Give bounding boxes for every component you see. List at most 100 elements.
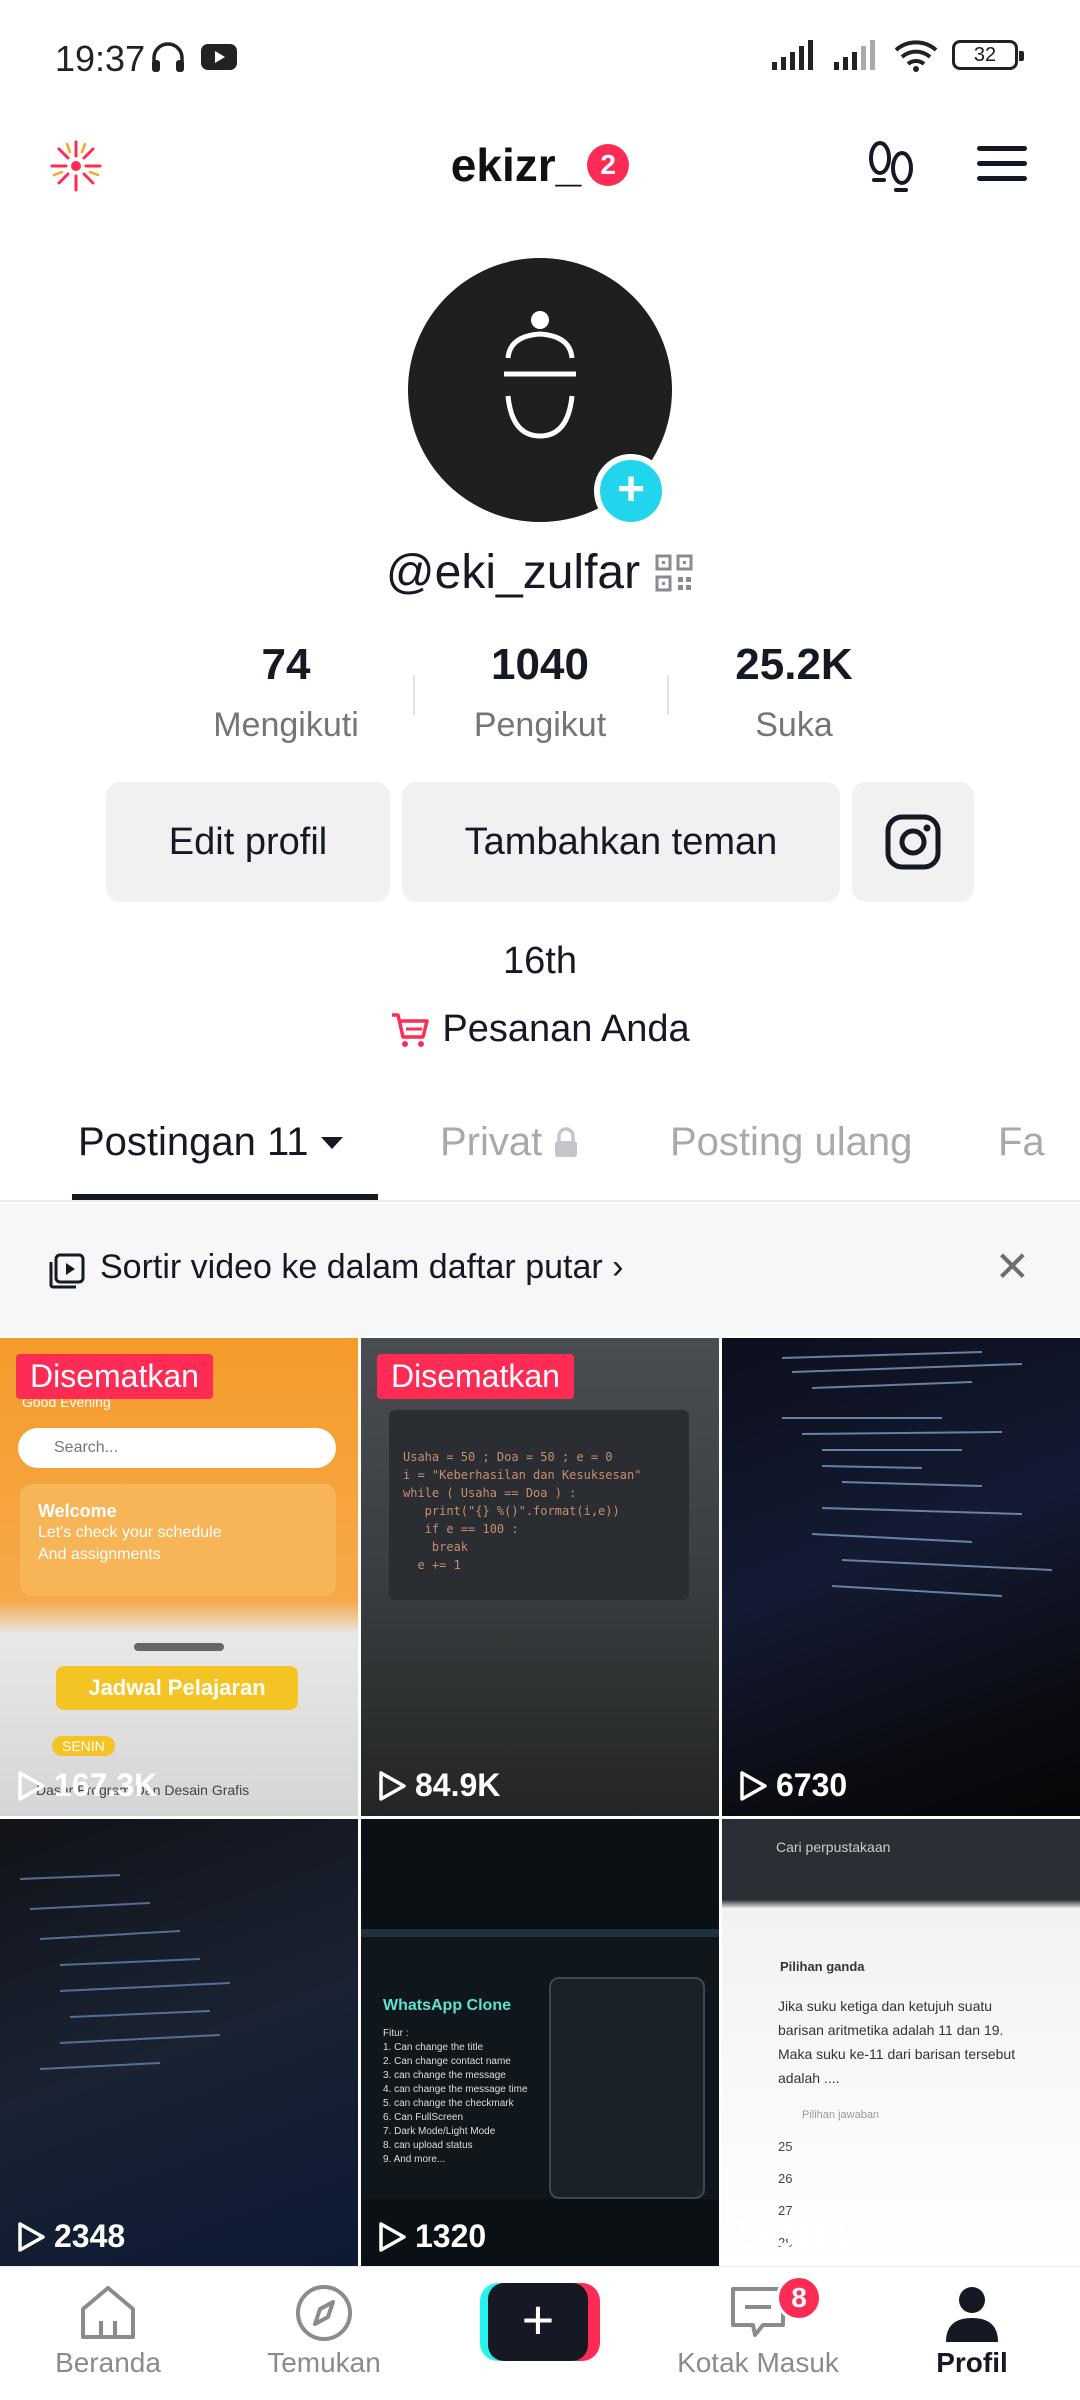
stat-following[interactable]: 74 Mengikuti bbox=[159, 640, 413, 745]
stat-followers-value: 1040 bbox=[491, 640, 589, 689]
video-thumbnail[interactable]: 6730 bbox=[722, 1338, 1080, 1816]
nav-discover[interactable]: Temukan bbox=[234, 2281, 414, 2379]
view-count: 6730 bbox=[738, 1767, 847, 1804]
stat-followers-label: Pengikut bbox=[473, 706, 607, 744]
thumb-whatsapp-panel: WhatsApp Clone Fitur : 1. Can change the… bbox=[361, 1929, 719, 2199]
play-icon bbox=[379, 2221, 406, 2252]
wifi-icon bbox=[894, 40, 938, 72]
nav-inbox[interactable]: 8 Kotak Masuk bbox=[668, 2275, 848, 2379]
thumb-search-bar: Search... bbox=[18, 1428, 336, 1468]
profile-header: ekizr_ 2 bbox=[0, 120, 1080, 210]
thumb-code-screenshot bbox=[781, 1351, 1053, 1597]
view-count-text: 167.3K bbox=[54, 1767, 158, 1803]
thumb-code-panel: Usaha = 50 ; Doa = 50 ; e = 0 i = "Keber… bbox=[389, 1410, 689, 1600]
thumb-quiz-option: 25 bbox=[778, 2139, 793, 2154]
plus-icon: + bbox=[488, 2283, 588, 2361]
play-icon bbox=[740, 2221, 767, 2252]
view-count-text: 3314 bbox=[776, 2218, 848, 2254]
profile-stats: 74 Mengikuti 1040 Pengikut 25.2K Suka bbox=[0, 640, 1080, 745]
tab-reposts[interactable]: Posting ulang bbox=[670, 1120, 912, 1165]
nav-discover-label: Temukan bbox=[267, 2347, 381, 2378]
play-icon bbox=[18, 1770, 45, 1801]
inbox-badge: 8 bbox=[776, 2275, 822, 2321]
signal-icon-1 bbox=[772, 40, 813, 70]
video-thumbnail[interactable]: WhatsApp Clone Fitur : 1. Can change the… bbox=[361, 1819, 719, 2266]
stat-likes[interactable]: 25.2K Suka bbox=[667, 640, 921, 745]
video-thumbnail[interactable]: Cari perpustakaan Pilihan ganda Jika suk… bbox=[722, 1819, 1080, 2266]
thumb-schedule-button: Jadwal Pelajaran bbox=[56, 1666, 298, 1710]
youtube-icon bbox=[201, 44, 237, 70]
play-icon bbox=[740, 1770, 767, 1801]
thumb-day-tag: SENIN bbox=[52, 1736, 115, 1756]
thumb-search-text: Cari perpustakaan bbox=[776, 1839, 891, 1855]
view-count-text: 6730 bbox=[776, 1767, 848, 1803]
tab-favorites[interactable]: Fa bbox=[998, 1120, 1045, 1165]
handle-row: @eki_zulfar bbox=[0, 545, 1080, 600]
nav-home[interactable]: Beranda bbox=[18, 2281, 198, 2379]
view-count-text: 2348 bbox=[54, 2218, 126, 2254]
thumb-welcome: Welcome bbox=[38, 1501, 117, 1521]
nav-home-label: Beranda bbox=[55, 2347, 161, 2378]
orders-link[interactable]: Pesanan Anda bbox=[0, 1008, 1080, 1051]
status-left-icons bbox=[150, 40, 238, 74]
home-icon bbox=[81, 2286, 135, 2339]
tab-private[interactable]: Privat bbox=[440, 1120, 580, 1165]
nav-profile[interactable]: Profil bbox=[882, 2281, 1062, 2379]
footprint-icon[interactable] bbox=[862, 136, 920, 194]
thumb-quiz-option: 26 bbox=[778, 2171, 793, 2186]
stat-following-label: Mengikuti bbox=[213, 706, 359, 744]
instagram-icon bbox=[885, 814, 941, 870]
stat-likes-value: 25.2K bbox=[735, 640, 853, 689]
edit-profile-button[interactable]: Edit profil bbox=[106, 782, 390, 902]
user-handle: @eki_zulfar bbox=[385, 546, 641, 599]
video-thumbnail[interactable]: 2348 bbox=[0, 1819, 358, 2266]
pinned-badge: Disematkan bbox=[16, 1354, 213, 1399]
play-icon bbox=[18, 2221, 45, 2252]
tab-posts[interactable]: Postingan 11 bbox=[78, 1120, 345, 1165]
sort-playlist-banner[interactable]: Sortir video ke dalam daftar putar › ✕ bbox=[0, 1204, 1080, 1336]
stat-followers[interactable]: 1040 Pengikut bbox=[413, 640, 667, 745]
add-story-button[interactable]: + bbox=[594, 454, 668, 528]
thumb-handle-bar bbox=[134, 1643, 224, 1651]
tab-favorites-label: Fa bbox=[998, 1120, 1045, 1164]
thumb-code-screenshot bbox=[19, 1874, 231, 2070]
video-grid: Good Evening Search... Welcome Let's che… bbox=[0, 1338, 1080, 2266]
thumb-feature-list: Fitur : 1. Can change the title 2. Can c… bbox=[383, 2028, 528, 2165]
video-thumbnail[interactable]: Usaha = 50 ; Doa = 50 ; e = 0 i = "Keber… bbox=[361, 1338, 719, 1816]
content-tabs: Postingan 11 Privat Posting ulang Fa bbox=[0, 1090, 1080, 1202]
view-count: 167.3K bbox=[16, 1767, 157, 1804]
view-count-text: 84.9K bbox=[415, 1767, 501, 1803]
menu-icon[interactable] bbox=[975, 142, 1029, 186]
video-thumbnail[interactable]: Good Evening Search... Welcome Let's che… bbox=[0, 1338, 358, 1816]
view-count: 1320 bbox=[377, 2218, 486, 2255]
profile-icon bbox=[946, 2287, 998, 2342]
close-icon[interactable]: ✕ bbox=[995, 1242, 1030, 1291]
qr-code-icon[interactable] bbox=[654, 553, 694, 593]
orders-label: Pesanan Anda bbox=[442, 1008, 690, 1050]
thumb-whatsapp-title: WhatsApp Clone bbox=[383, 1997, 511, 2014]
tab-reposts-label: Posting ulang bbox=[670, 1120, 913, 1164]
thumb-line2: And assignments bbox=[38, 1546, 161, 1563]
instagram-button[interactable] bbox=[852, 782, 974, 902]
thumb-search-text: Search... bbox=[54, 1439, 119, 1456]
thumb-quiz-option: 27 bbox=[778, 2203, 793, 2218]
pinned-badge: Disematkan bbox=[377, 1354, 574, 1399]
thumb-line1: Let's check your schedule bbox=[38, 1524, 222, 1541]
lock-icon bbox=[555, 1126, 578, 1157]
status-right: 32 bbox=[770, 38, 1024, 72]
active-tab-indicator bbox=[72, 1194, 378, 1200]
add-friends-button[interactable]: Tambahkan teman bbox=[402, 782, 840, 902]
thumb-options-label: Pilihan jawaban bbox=[802, 2109, 880, 2121]
stat-likes-label: Suka bbox=[755, 706, 833, 744]
nav-inbox-label: Kotak Masuk bbox=[677, 2347, 839, 2378]
thumb-welcome-card: Welcome Let's check your schedule And as… bbox=[20, 1484, 336, 1596]
play-icon bbox=[379, 1770, 406, 1801]
profile-actions: Edit profil Tambahkan teman bbox=[106, 782, 974, 902]
nav-profile-label: Profil bbox=[936, 2347, 1008, 2378]
battery-indicator: 32 bbox=[952, 40, 1024, 70]
create-button[interactable]: + bbox=[480, 2283, 600, 2361]
status-bar: 19:37 32 bbox=[0, 0, 1080, 120]
thumb-quiz-type: Pilihan ganda bbox=[780, 1959, 865, 1974]
status-time: 19:37 bbox=[55, 38, 146, 79]
view-count: 84.9K bbox=[377, 1767, 500, 1804]
